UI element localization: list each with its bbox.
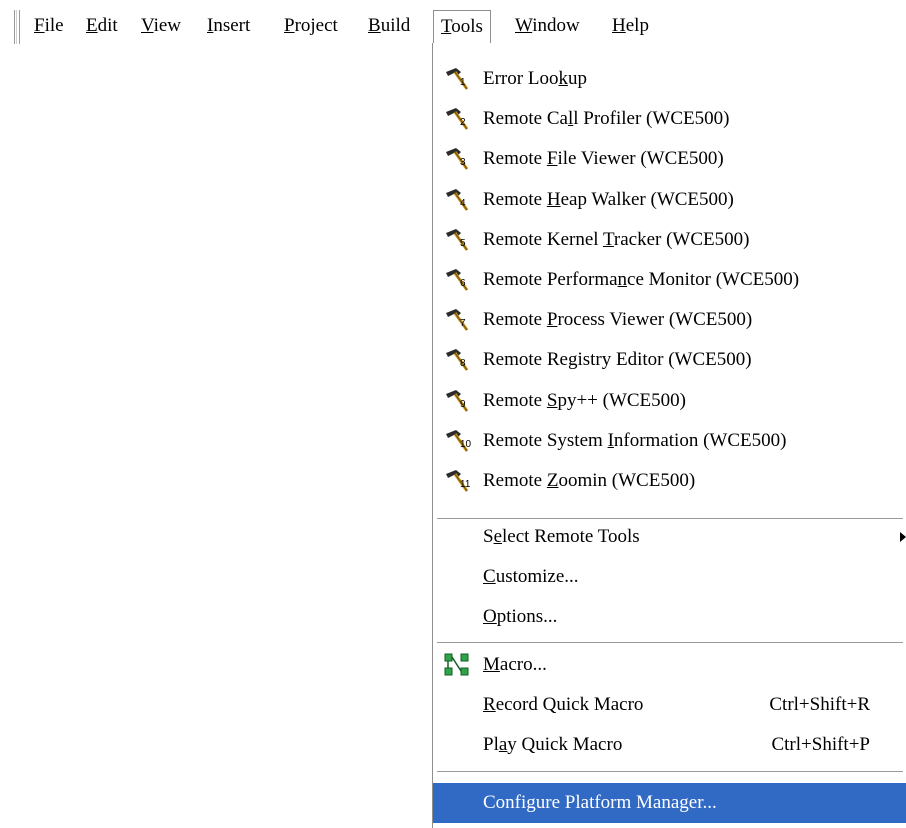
select-remote-tools-label: Select Remote Tools [483,526,640,547]
hammer-icon: 9 [443,388,473,414]
options-label: Options... [483,606,558,627]
play-quick-macro-shortcut: Ctrl+Shift+P [771,734,870,755]
customize-label: Customize... [483,566,579,587]
menu-window[interactable]: Window [508,10,587,42]
remote-zoomin-label: Remote Zoomin (WCE500) [483,470,696,491]
hammer-icon: 8 [443,347,473,373]
record-quick-macro-item[interactable]: Record Quick Macro Ctrl+Shift+R [433,685,906,725]
menu-file[interactable]: File [27,10,71,42]
remote-file-viewer-item[interactable]: 3 Remote File Viewer (WCE500) [433,139,906,179]
hammer-icon-number: 6 [460,278,466,289]
hammer-icon-number: 1 [460,77,466,88]
remote-spy-item[interactable]: 9 Remote Spy++ (WCE500) [433,381,906,421]
menu-help[interactable]: Help [605,10,656,42]
hammer-icon: 3 [443,146,473,172]
hammer-icon-number: 8 [460,358,466,370]
customize-item[interactable]: Customize... [433,557,906,597]
macro-label: Macro... [483,654,547,675]
tools-dropdown-menu: 1 Error Lookup 2 Remote Call Profiler (WCE5… [432,43,906,828]
select-remote-tools-item[interactable]: Select Remote Tools [433,517,906,557]
remote-registry-editor-item[interactable]: 8 Remote Registry Editor (WCE500) [433,340,906,380]
hammer-icon-number: 4 [460,197,466,209]
hammer-icon: 7 [443,307,473,333]
play-quick-macro-item[interactable]: Play Quick Macro Ctrl+Shift+P [433,725,906,765]
hammer-icon-number: 11 [460,479,471,490]
menu-tools[interactable]: Tools [433,10,491,44]
remote-kernel-tracker-label: Remote Kernel Tracker (WCE500) [483,228,750,250]
configure-platform-manager-label: Configure Platform Manager... [483,792,717,813]
menu-edit[interactable]: Edit [79,10,125,42]
remote-zoomin-item[interactable]: 11 Remote Zoomin (WCE500) [433,461,906,501]
record-quick-macro-shortcut: Ctrl+Shift+R [769,694,870,715]
menu-build[interactable]: Build [361,10,417,42]
hammer-icon: 10 [443,428,473,454]
hammer-icon: 11 [443,468,473,494]
remote-system-information-label: Remote System Information (WCE500) [483,429,787,451]
remote-performance-monitor-item[interactable]: 6 Remote Performance Monitor (WCE500) [433,260,906,300]
record-quick-macro-label: Record Quick Macro [483,694,644,715]
remote-kernel-tracker-item[interactable]: 5 Remote Kernel Tracker (WCE500) [433,220,906,260]
hammer-icon-number: 3 [460,157,466,169]
remote-call-profiler-label: Remote Call Profiler (WCE500) [483,108,730,130]
play-quick-macro-label: Play Quick Macro [483,734,623,755]
configure-platform-manager-item[interactable]: Configure Platform Manager... [433,783,906,823]
menu-project[interactable]: Project [277,10,345,42]
hammer-icon: 1 [443,66,473,92]
remote-file-viewer-label: Remote File Viewer (WCE500) [483,148,724,170]
hammer-icon-number: 10 [460,438,472,450]
hammer-icon: 4 [443,187,473,213]
hammer-icon-number: 5 [460,237,466,249]
menu-insert[interactable]: Insert [200,10,257,42]
remote-registry-editor-label: Remote Registry Editor (WCE500) [483,349,752,371]
remote-heap-walker-label: Remote Heap Walker (WCE500) [483,188,734,210]
menu-view[interactable]: View [134,10,188,42]
toolbar-grip-handle[interactable] [14,10,26,44]
remote-system-information-item[interactable]: 10 Remote System Information (WCE500) [433,421,906,461]
remote-call-profiler-item[interactable]: 2 Remote Call Profiler (WCE500) [433,99,906,139]
error-lookup-label: Error Lookup [483,68,587,89]
submenu-arrow-icon [900,532,906,542]
hammer-icon: 5 [443,227,473,253]
remote-process-viewer-label: Remote Process Viewer (WCE500) [483,309,753,331]
macro-icon [443,652,473,678]
remote-performance-monitor-label: Remote Performance Monitor (WCE500) [483,269,800,290]
hammer-icon-number: 2 [460,117,466,129]
remote-process-viewer-item[interactable]: 7 Remote Process Viewer (WCE500) [433,300,906,340]
hammer-icon: 6 [443,267,473,293]
options-item[interactable]: Options... [433,597,906,637]
hammer-icon-number: 7 [460,318,466,330]
remote-spy-label: Remote Spy++ (WCE500) [483,389,686,411]
remote-heap-walker-item[interactable]: 4 Remote Heap Walker (WCE500) [433,180,906,220]
menu-separator [437,771,903,773]
menu-separator [437,642,903,644]
macro-item[interactable]: Macro... [433,645,906,685]
hammer-icon-number: 9 [460,398,466,410]
error-lookup-item[interactable]: 1 Error Lookup [433,59,906,99]
hammer-icon: 2 [443,106,473,132]
